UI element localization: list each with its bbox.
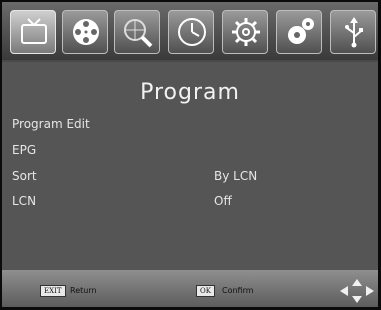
dpad-arrows-icon [340, 279, 374, 303]
menu-item-epg[interactable]: EPG [12, 143, 36, 157]
page-title: Program [140, 80, 240, 105]
tv-icon [21, 18, 47, 44]
tab-tv[interactable] [10, 10, 56, 54]
tab-tools[interactable] [276, 10, 322, 54]
return-label: Return [70, 286, 97, 295]
menu-item-program-edit[interactable]: Program Edit [12, 117, 90, 131]
tools-gears-icon [288, 18, 314, 44]
tab-movie[interactable] [62, 10, 108, 54]
menu-item-lcn[interactable]: LCN [12, 194, 36, 208]
lcn-value[interactable]: Off [214, 194, 232, 208]
film-reel-icon [73, 19, 99, 45]
confirm-label: Confirm [222, 286, 254, 295]
tab-search[interactable] [114, 10, 160, 54]
ok-key: OK [196, 285, 215, 297]
sort-value[interactable]: By LCN [214, 169, 257, 183]
exit-key: EXIT [40, 285, 66, 297]
clock-icon [178, 18, 206, 46]
usb-icon [345, 17, 363, 48]
tab-usb[interactable] [330, 10, 376, 54]
search-globe-icon [124, 19, 153, 48]
tab-time[interactable] [168, 10, 214, 54]
settings-gear-icon [232, 18, 260, 46]
tab-settings[interactable] [222, 10, 268, 54]
tv-osd-screen: Program Program Edit EPG Sort By LCN LCN… [2, 2, 378, 307]
footer-hint-bar: EXIT Return OK Confirm [2, 270, 378, 307]
menu-item-sort[interactable]: Sort [12, 169, 37, 183]
top-icon-bar [2, 2, 378, 60]
